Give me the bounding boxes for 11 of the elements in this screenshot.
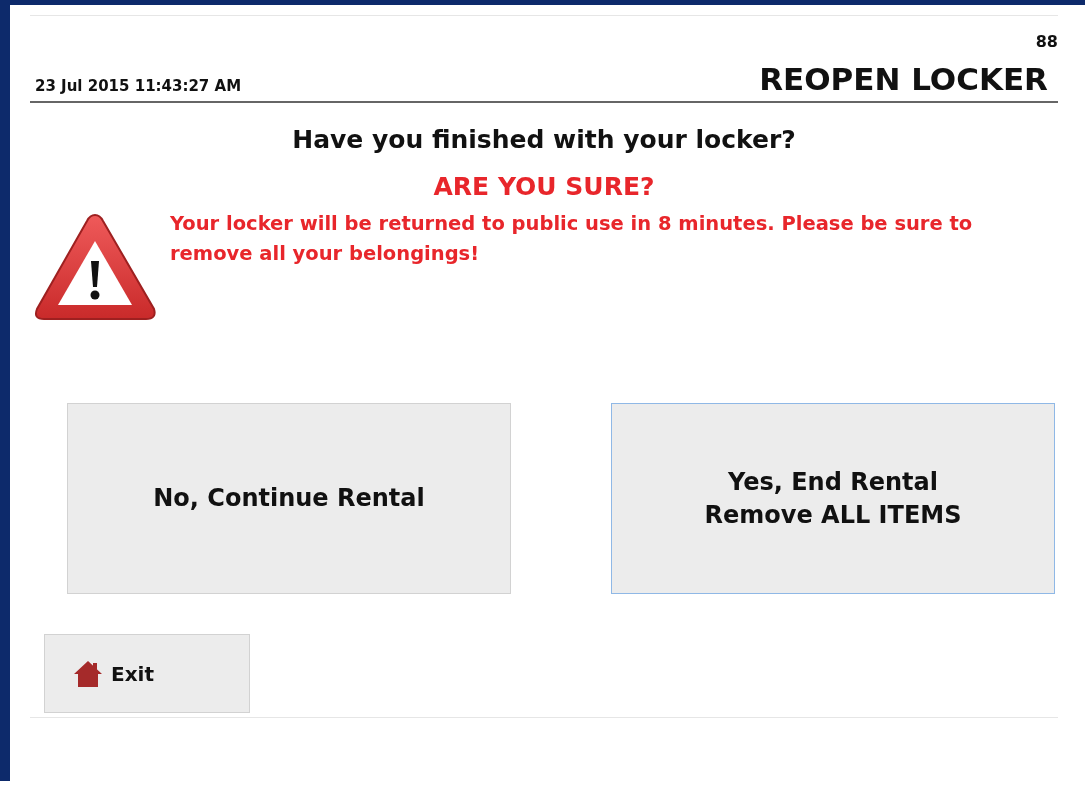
exit-button[interactable]: Exit [44, 634, 250, 713]
screen-number: 88 [1035, 32, 1058, 51]
warning-message: Your locker will be returned to public use in 8 minutes. Please be sure to remove all your belongings! [170, 211, 974, 267]
warning-heading: ARE YOU SURE? [433, 172, 655, 201]
question-text: Have you finished with your locker? [292, 125, 796, 154]
screen-title: REOPEN LOCKER [759, 61, 1048, 97]
warning-icon [32, 211, 158, 323]
choice-button[interactable]: No, Continue Rental [67, 403, 511, 594]
choice-button[interactable]: Yes, End Rental Remove ALL ITEMS [611, 403, 1055, 594]
date-time: 23 Jul 2015 11:43:27 AM [35, 77, 242, 95]
home-icon [73, 658, 103, 689]
